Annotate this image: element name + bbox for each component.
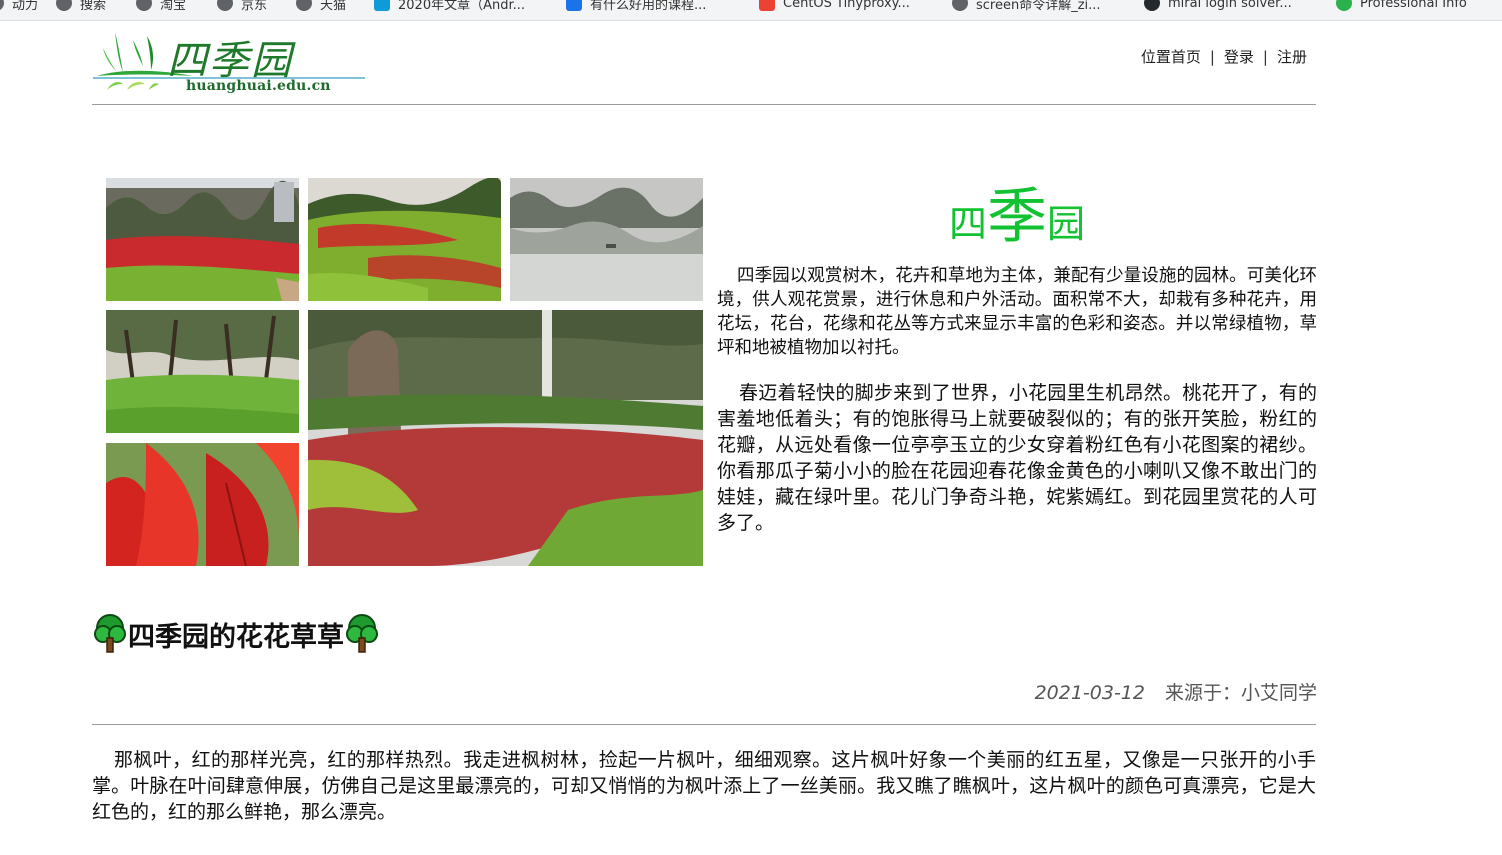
intro-paragraph: 春迈着轻快的脚步来到了世界，小花园里生机昂然。桃花开了，有的害羞地低着头；有的饱… [717,382,1317,534]
garden-photo [106,310,299,433]
garden-photo [510,178,703,301]
tree-icon [346,614,378,653]
garden-photo [106,178,299,301]
article-source: 来源于：小艾同学 [1164,682,1317,704]
globe-icon [296,0,312,11]
article-title-text: 四季园的花花草草 [128,621,344,653]
nav-register-link[interactable]: 注册 [1277,46,1307,67]
document-icon [374,0,390,11]
red-app-icon [759,0,775,11]
bookmark-8[interactable]: screen命令详解_zi... [952,0,1101,13]
intro-paragraph: 四季园以观赏树木，花卉和草地为主体，兼配有少量设施的园林。可美化环境，供人观花赏… [717,266,1317,358]
bookmark-5[interactable]: 2020年文章（Andr... [374,0,525,13]
globe-icon [56,0,72,11]
bookmark-1[interactable]: 搜索 [56,0,106,13]
intro-title-part: 四 [948,202,987,246]
globe-icon [952,0,968,11]
top-nav: 位置首页 | 登录 | 注册 [1141,46,1307,67]
garden-photo [308,310,703,566]
intro-title-part: 季 [987,182,1047,252]
logo-url: huanghuai.edu.cn [186,78,331,94]
bookmark-7[interactable]: CentOS Tinyproxy... [759,0,910,13]
bookmark-icon [566,0,582,11]
bookmark-10[interactable]: Professional Info [1336,0,1467,13]
article-divider [92,724,1316,725]
intro-title-part: 园 [1047,202,1086,246]
bookmark-0[interactable]: 动力 [0,0,38,13]
bookmark-6[interactable]: 有什么好用的课程... [566,0,706,13]
article-body: 那枫叶，红的那样光亮，红的那样热烈。我走进枫树林，捡起一片枫叶，细细观察。这片枫… [92,749,1316,823]
intro-title: 四季园 [717,168,1317,255]
globe-icon [136,0,152,11]
bookmark-3[interactable]: 京东 [217,0,267,13]
green-app-icon [1336,0,1352,11]
nav-login-link[interactable]: 登录 [1224,46,1254,67]
article-title: 四季园的花花草草 [92,614,380,654]
bookmark-4[interactable]: 天猫 [296,0,346,13]
garden-photo [106,443,299,566]
bookmark-2[interactable]: 淘宝 [136,0,186,13]
nav-separator: | [1262,47,1268,66]
garden-photo [308,178,501,301]
nav-separator: | [1209,47,1215,66]
globe-icon [217,0,233,11]
header-divider [92,104,1316,105]
bookmarks-bar: 动力 搜索 淘宝 京东 天猫 2020年文章（Andr... 有什么好用的课程.… [0,0,1502,21]
tree-icon [94,614,126,653]
nav-home-link[interactable]: 位置首页 [1141,46,1201,67]
bookmark-9[interactable]: mirai login solver... [1144,0,1292,13]
article-meta: 2021-03-12 来源于：小艾同学 [1035,678,1317,705]
globe-icon [0,0,4,11]
article-date: 2021-03-12 [1034,682,1145,704]
github-icon [1144,0,1160,11]
